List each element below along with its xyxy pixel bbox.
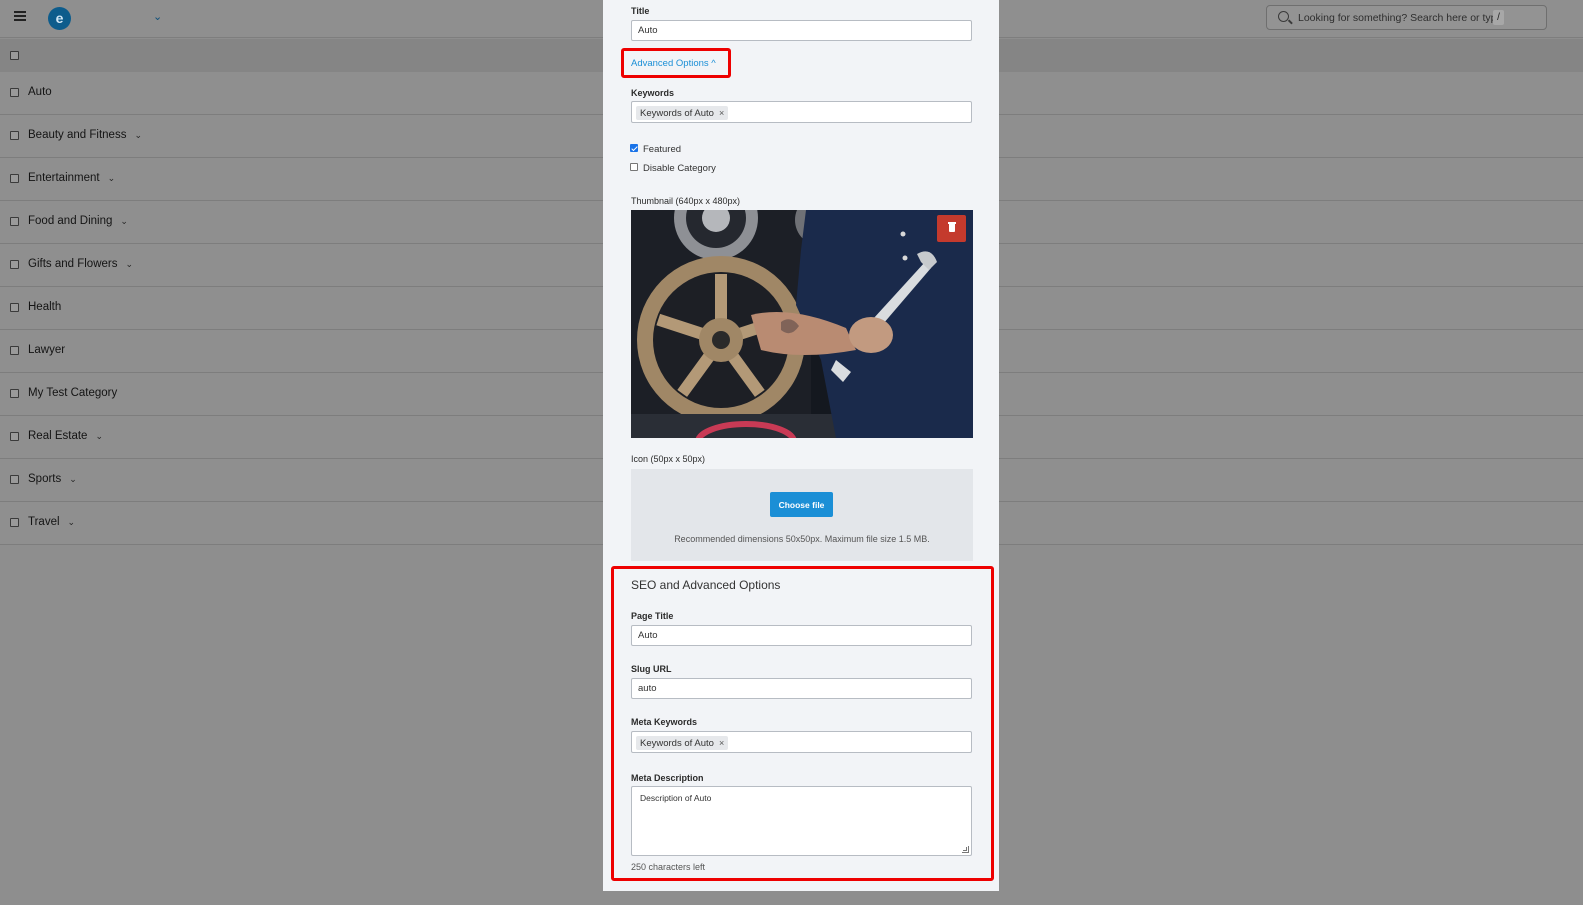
hamburger-menu-icon[interactable] xyxy=(14,11,26,23)
row-checkbox[interactable] xyxy=(10,346,19,355)
row-checkbox[interactable] xyxy=(10,260,19,269)
category-name[interactable]: Lawyer xyxy=(28,344,65,356)
category-name[interactable]: Health xyxy=(28,301,61,313)
category-name[interactable]: My Test Category xyxy=(28,387,117,399)
slug-url-label: Slug URL xyxy=(631,664,672,674)
chevron-down-icon[interactable]: ⌄ xyxy=(125,259,133,269)
row-checkbox[interactable] xyxy=(10,88,19,97)
chevron-down-icon[interactable]: ⌄ xyxy=(68,517,76,527)
search-input[interactable]: Looking for something? Search here or ty… xyxy=(1298,12,1502,24)
app-logo[interactable]: e xyxy=(48,7,71,30)
resize-handle[interactable] xyxy=(962,846,969,853)
row-checkbox[interactable] xyxy=(10,174,19,183)
advanced-options-toggle[interactable]: Advanced Options ^ xyxy=(631,58,716,69)
category-name[interactable]: Travel ⌄ xyxy=(28,516,75,528)
characters-left-counter: 250 characters left xyxy=(631,862,706,872)
chevron-down-icon[interactable]: ⌄ xyxy=(120,216,128,226)
category-name[interactable]: Food and Dining ⌄ xyxy=(28,215,128,227)
slug-url-input[interactable]: auto xyxy=(631,678,972,699)
choose-file-button[interactable]: Choose file xyxy=(770,492,833,517)
category-name[interactable]: Real Estate ⌄ xyxy=(28,430,103,442)
title-input[interactable]: Auto xyxy=(631,20,972,41)
chevron-down-icon[interactable]: ⌄ xyxy=(69,474,77,484)
category-name[interactable]: Gifts and Flowers ⌄ xyxy=(28,258,133,270)
row-checkbox[interactable] xyxy=(10,389,19,398)
meta-description-text: Description of Auto xyxy=(640,793,712,803)
icon-upload-dropzone[interactable]: Choose file Recommended dimensions 50x50… xyxy=(631,469,973,561)
featured-option[interactable]: Featured xyxy=(630,144,681,155)
category-name[interactable]: Sports ⌄ xyxy=(28,473,77,485)
chevron-down-icon[interactable]: ⌄ xyxy=(134,130,142,140)
category-name[interactable]: Entertainment ⌄ xyxy=(28,172,115,184)
chevron-down-icon[interactable]: ⌄ xyxy=(95,431,103,441)
keyword-tag: Keywords of Auto × xyxy=(636,736,729,750)
keywords-label: Keywords xyxy=(631,88,675,98)
row-checkbox[interactable] xyxy=(10,131,19,140)
seo-section-heading: SEO and Advanced Options xyxy=(631,578,781,592)
row-checkbox[interactable] xyxy=(10,303,19,312)
edit-category-panel: Title Auto Advanced Options ^ Keywords K… xyxy=(603,0,999,891)
title-label: Title xyxy=(631,6,650,16)
disable-category-option[interactable]: Disable Category xyxy=(630,163,716,174)
chevron-down-icon[interactable]: ⌄ xyxy=(153,10,162,23)
row-checkbox[interactable] xyxy=(10,475,19,484)
select-all-checkbox[interactable] xyxy=(10,51,19,60)
keywords-input[interactable]: Keywords of Auto × xyxy=(631,101,972,123)
row-checkbox[interactable] xyxy=(10,217,19,226)
meta-keywords-input[interactable]: Keywords of Auto × xyxy=(631,731,972,753)
category-name[interactable]: Beauty and Fitness ⌄ xyxy=(28,129,142,141)
page-title-label: Page Title xyxy=(631,611,674,621)
mechanic-wheels-photo xyxy=(631,210,973,438)
row-checkbox[interactable] xyxy=(10,518,19,527)
thumbnail-image xyxy=(631,210,973,438)
search-icon xyxy=(1278,11,1289,22)
disable-category-checkbox[interactable] xyxy=(630,163,638,172)
search-shortcut-key: / xyxy=(1493,10,1504,25)
remove-tag-icon[interactable]: × xyxy=(719,738,724,748)
search-bar[interactable]: Looking for something? Search here or ty… xyxy=(1266,5,1547,30)
meta-description-label: Meta Description xyxy=(631,773,704,783)
page-title-input[interactable]: Auto xyxy=(631,625,972,646)
trash-icon xyxy=(948,222,956,232)
delete-thumbnail-button[interactable] xyxy=(937,215,966,242)
icon-upload-hint: Recommended dimensions 50x50px. Maximum … xyxy=(674,534,930,544)
category-name[interactable]: Auto xyxy=(28,86,52,98)
thumbnail-label: Thumbnail (640px x 480px) xyxy=(631,196,741,206)
featured-checkbox[interactable] xyxy=(630,144,638,153)
meta-description-textarea[interactable]: Description of Auto xyxy=(631,786,972,856)
row-checkbox[interactable] xyxy=(10,432,19,441)
icon-label: Icon (50px x 50px) xyxy=(631,454,706,464)
meta-keywords-label: Meta Keywords xyxy=(631,717,698,727)
chevron-down-icon[interactable]: ⌄ xyxy=(108,173,116,183)
remove-tag-icon[interactable]: × xyxy=(719,108,724,118)
keyword-tag: Keywords of Auto × xyxy=(636,106,729,120)
